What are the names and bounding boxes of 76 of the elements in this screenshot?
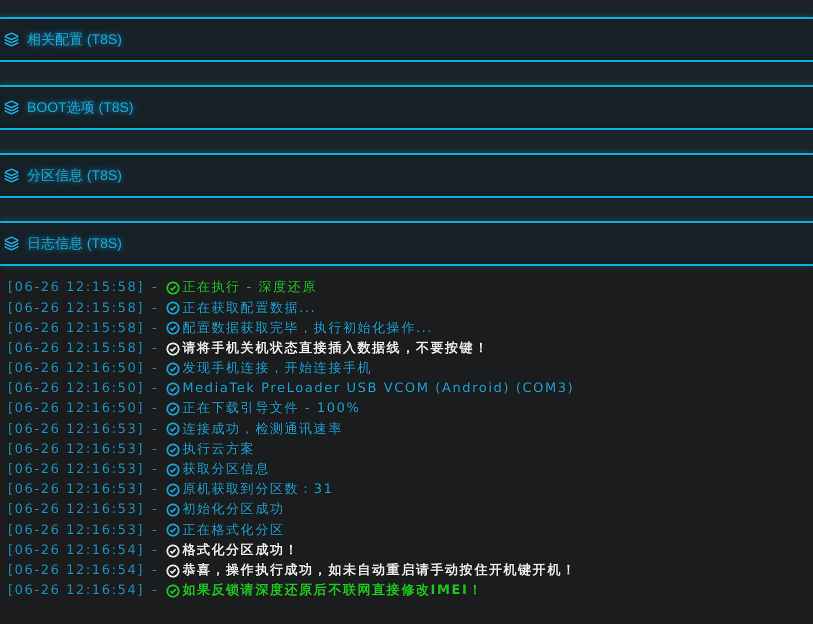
panel-header[interactable]: BOOT选项 (T8S) (0, 85, 813, 130)
log-timestamp: [06-26 12:15:58] (8, 279, 144, 298)
log-message: 发现手机连接，开始连接手机 (182, 360, 372, 378)
log-message: 配置数据获取完毕，执行初始化操作... (182, 320, 434, 338)
log-separator: - (152, 562, 158, 580)
check-circle-icon (166, 301, 180, 316)
check-circle-icon (166, 422, 180, 436)
log-timestamp: [06-26 12:16:53] (8, 481, 144, 500)
panel-title: 分区信息 (T8S) (27, 166, 122, 185)
log-separator: - (152, 522, 158, 540)
log-message: 格式化分区成功！ (182, 542, 300, 560)
log-message: MediaTek PreLoader USB VCOM (Android) (COM3) (182, 380, 574, 398)
layers-icon (4, 236, 19, 251)
log-timestamp: [06-26 12:16:50] (8, 400, 144, 418)
log-separator: - (152, 400, 158, 418)
log-message: 正在下载引导文件 - 100% (182, 400, 360, 418)
log-timestamp: [06-26 12:16:54] (8, 542, 144, 560)
log-message: 如果反锁请深度还原后不联网直接修改IMEI！ (182, 582, 484, 600)
check-circle-icon (166, 462, 180, 477)
layers-icon (4, 32, 19, 47)
layers-icon (4, 168, 19, 183)
panel-title: BOOT选项 (T8S) (27, 98, 134, 117)
log-timestamp: [06-26 12:16:54] (8, 582, 144, 600)
check-circle-icon (166, 564, 180, 578)
log-separator: - (152, 501, 158, 520)
check-circle-icon (166, 442, 180, 457)
log-message: 连接成功，检测通讯速率 (182, 420, 343, 439)
log-timestamp: [06-26 12:16:53] (8, 522, 144, 540)
log-message: 原机获取到分区数：31 (182, 481, 334, 500)
check-circle-icon (166, 584, 180, 598)
log-message: 初始化分区成功 (182, 501, 285, 520)
log-message: 正在获取配置数据... (182, 300, 316, 318)
log-separator: - (152, 461, 158, 480)
log-timestamp: [06-26 12:16:50] (8, 380, 144, 398)
log-timestamp: [06-26 12:16:50] (8, 360, 144, 378)
log-message: 恭喜，操作执行成功，如未自动重启请手动按住开机键开机！ (182, 562, 577, 580)
log-timestamp: [06-26 12:16:54] (8, 562, 144, 580)
log-message: 正在格式化分区 (182, 522, 285, 540)
check-circle-icon (166, 482, 180, 497)
check-circle-icon (166, 342, 180, 356)
check-circle-icon (166, 523, 180, 538)
log-separator: - (152, 582, 158, 600)
log-timestamp: [06-26 12:16:53] (8, 440, 144, 459)
check-circle-icon (166, 382, 180, 396)
log-message: 请将手机关机状态直接插入数据线，不要按键！ (182, 340, 489, 358)
check-circle-icon (166, 281, 180, 296)
log-separator: - (152, 320, 158, 338)
panel-header[interactable]: 日志信息 (T8S) (0, 221, 813, 266)
log-separator: - (152, 279, 158, 298)
log-separator: - (152, 360, 158, 378)
log-message: 执行云方案 (182, 440, 256, 459)
log-separator: - (152, 340, 158, 358)
log-timestamp: [06-26 12:16:53] (8, 420, 144, 439)
log-separator: - (152, 440, 158, 459)
log-separator: - (152, 300, 158, 318)
log-timestamp: [06-26 12:15:58] (8, 320, 144, 338)
log-message: 正在执行 - 深度还原 (182, 279, 317, 298)
log-separator: - (152, 481, 158, 500)
log-separator: - (152, 420, 158, 439)
log-separator: - (152, 542, 158, 560)
check-circle-icon (166, 402, 180, 416)
log-timestamp: [06-26 12:15:58] (8, 300, 144, 318)
log-timestamp: [06-26 12:16:53] (8, 461, 144, 480)
panel-title: 相关配置 (T8S) (27, 30, 122, 49)
check-circle-icon (166, 362, 180, 376)
log-separator: - (152, 380, 158, 398)
layers-icon (4, 100, 19, 115)
check-circle-icon (166, 321, 180, 336)
log-message: 获取分区信息 (182, 461, 270, 480)
check-circle-icon (166, 544, 180, 558)
panel-title: 日志信息 (T8S) (27, 234, 122, 253)
panel-header[interactable]: 分区信息 (T8S) (0, 153, 813, 198)
log-timestamp: [06-26 12:16:53] (8, 501, 144, 520)
check-circle-icon (166, 503, 180, 518)
log-timestamp: [06-26 12:15:58] (8, 340, 144, 358)
panel-header[interactable]: 相关配置 (T8S) (0, 17, 813, 62)
